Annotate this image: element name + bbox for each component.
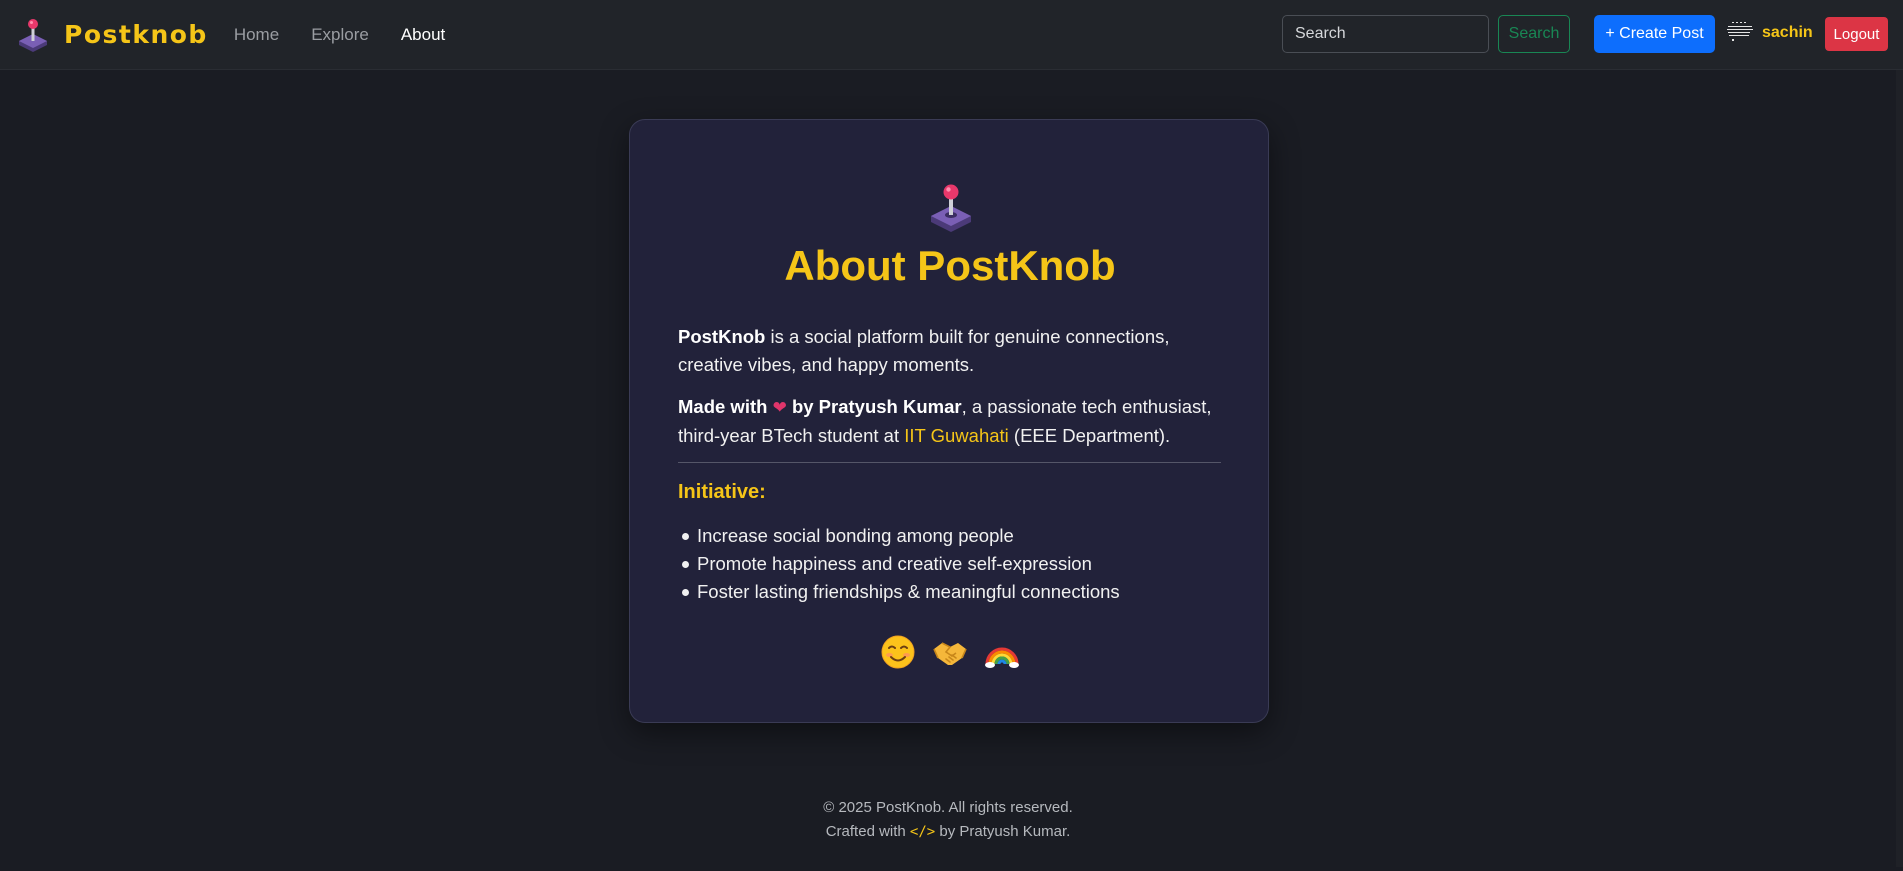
- intro-paragraph: PostKnob is a social platform built for …: [678, 323, 1238, 379]
- nav-link-explore[interactable]: Explore: [311, 25, 369, 45]
- bullet-icon: [682, 533, 689, 540]
- heart-icon: ❤: [772, 398, 787, 417]
- made-with-text: Made with: [678, 396, 768, 417]
- footer: © 2025 PostKnob. All rights reserved. Cr…: [0, 796, 1896, 844]
- copyright-text: © 2025 PostKnob. All rights reserved.: [823, 799, 1073, 816]
- create-post-button[interactable]: + Create Post: [1594, 15, 1715, 53]
- crafted-author: by Pratyush Kumar.: [935, 823, 1071, 840]
- department-text: (EEE Department).: [1008, 425, 1171, 446]
- initiative-text: Foster lasting friendships & meaningful …: [697, 581, 1120, 602]
- emoji-row: [630, 634, 1270, 670]
- initiative-heading: Initiative:: [678, 481, 766, 503]
- nav-link-about[interactable]: About: [401, 25, 445, 45]
- joystick-icon: [19, 18, 47, 52]
- username[interactable]: sachin: [1762, 24, 1813, 42]
- logout-button[interactable]: Logout: [1825, 17, 1888, 51]
- nav-link-home[interactable]: Home: [234, 25, 279, 45]
- code-icon: </>: [909, 824, 936, 840]
- crafted-by-line: Crafted with </> by Pratyush Kumar.: [0, 820, 1896, 844]
- list-item: Promote happiness and creative self-expr…: [678, 550, 1238, 578]
- creator-paragraph: Made with ❤ by Pratyush Kumar, a passion…: [678, 393, 1238, 450]
- brand-link[interactable]: Postknob: [16, 0, 208, 70]
- rainbow-icon: [985, 647, 1019, 668]
- joystick-icon: [931, 184, 971, 232]
- bullet-icon: [682, 589, 689, 596]
- smiling-face-icon: [881, 635, 915, 669]
- scrollbar[interactable]: [1896, 70, 1903, 867]
- initiative-text: Promote happiness and creative self-expr…: [697, 553, 1092, 574]
- iit-guwahati-link[interactable]: IIT Guwahati: [904, 425, 1009, 446]
- initiative-text: Increase social bonding among people: [697, 525, 1014, 546]
- brand-name: Postknob: [64, 20, 208, 49]
- bullet-icon: [682, 561, 689, 568]
- author-name: by Pratyush Kumar: [791, 396, 962, 417]
- brand-bold: PostKnob: [678, 326, 766, 347]
- list-item: Increase social bonding among people: [678, 522, 1238, 550]
- search-input[interactable]: [1282, 15, 1489, 53]
- page-title: About PostKnob: [784, 242, 1116, 289]
- avatar[interactable]: [1724, 18, 1756, 50]
- handshake-icon: [933, 642, 967, 665]
- about-card: About PostKnob PostKnob is a social plat…: [629, 119, 1269, 723]
- nav-links: Home Explore About: [234, 25, 477, 45]
- list-item: Foster lasting friendships & meaningful …: [678, 578, 1238, 606]
- crafted-text: Crafted with: [825, 823, 910, 840]
- divider: [678, 462, 1221, 463]
- search-button[interactable]: Search: [1498, 15, 1570, 53]
- navbar: Postknob Home Explore About Search + Cre…: [0, 0, 1903, 70]
- initiative-list: Increase social bonding among people Pro…: [678, 522, 1238, 606]
